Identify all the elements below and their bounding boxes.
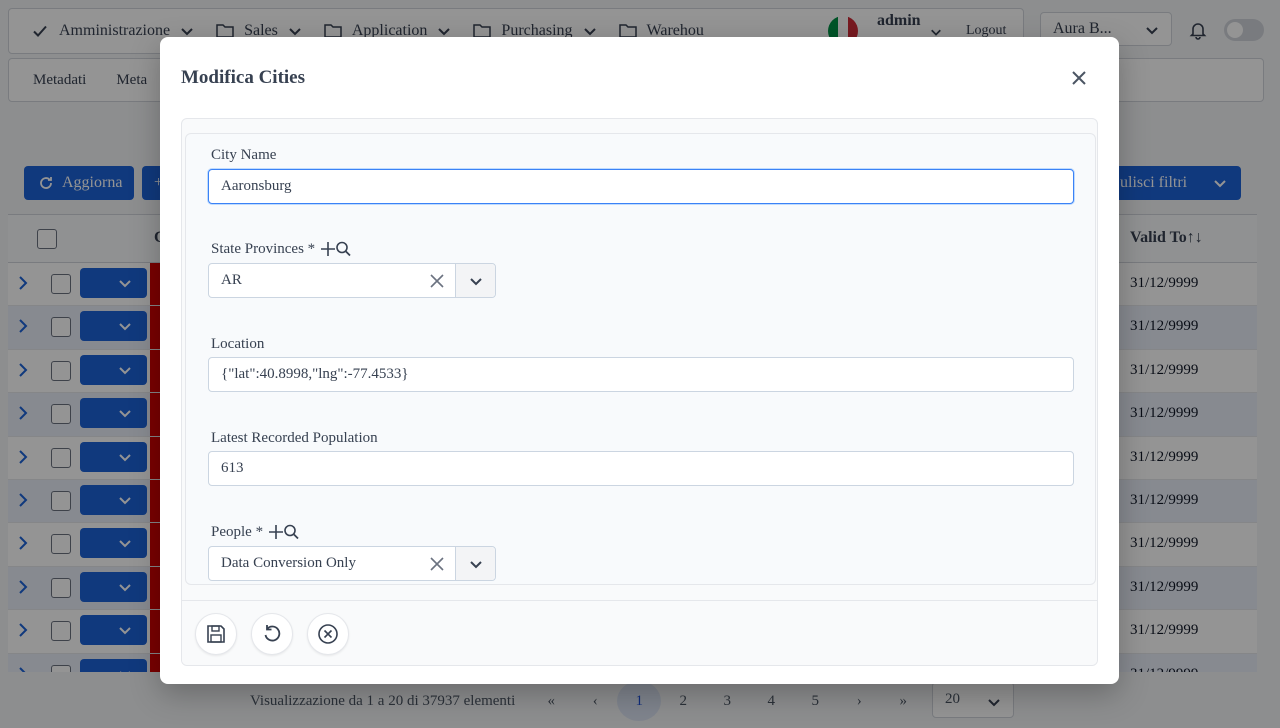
people-dropdown-button[interactable] (455, 547, 495, 580)
edit-city-dialog: Modifica Cities City Name State Province… (160, 37, 1119, 684)
state-provinces-value: AR (221, 272, 242, 288)
add-search-icon[interactable] (267, 523, 301, 541)
location-label: Location (211, 336, 265, 352)
dialog-footer (182, 600, 1097, 665)
state-provinces-combobox[interactable]: AR (208, 263, 496, 298)
cancel-icon (318, 624, 338, 644)
people-label: People * (211, 523, 264, 540)
save-button[interactable] (195, 613, 237, 655)
location-input[interactable] (208, 357, 1074, 392)
close-icon (1072, 71, 1086, 85)
population-label: Latest Recorded Population (211, 430, 378, 446)
people-value: Data Conversion Only (221, 555, 356, 571)
people-label-row: People * (211, 523, 301, 541)
cancel-button[interactable] (307, 613, 349, 655)
people-combobox[interactable]: Data Conversion Only (208, 546, 496, 581)
clear-icon (430, 556, 444, 571)
chevron-down-icon (469, 277, 482, 285)
clear-icon (430, 273, 444, 288)
dialog-body: City Name State Provinces * AR Location (181, 118, 1098, 666)
save-icon (207, 625, 225, 643)
close-button[interactable] (1068, 67, 1090, 89)
dialog-title: Modifica Cities (181, 67, 306, 88)
population-input[interactable] (208, 451, 1074, 486)
clear-people-button[interactable] (419, 547, 455, 580)
add-search-icon[interactable] (319, 240, 353, 258)
state-provinces-dropdown-button[interactable] (455, 264, 495, 297)
state-provinces-label-row: State Provinces * (211, 240, 353, 258)
undo-icon (264, 625, 281, 642)
clear-state-provinces-button[interactable] (419, 264, 455, 297)
state-provinces-label: State Provinces * (211, 240, 316, 257)
city-name-label: City Name (211, 147, 277, 163)
form-scroll-area[interactable]: City Name State Provinces * AR Location (185, 133, 1096, 585)
chevron-down-icon (469, 560, 482, 568)
reset-button[interactable] (251, 613, 293, 655)
city-name-input[interactable] (208, 169, 1074, 204)
